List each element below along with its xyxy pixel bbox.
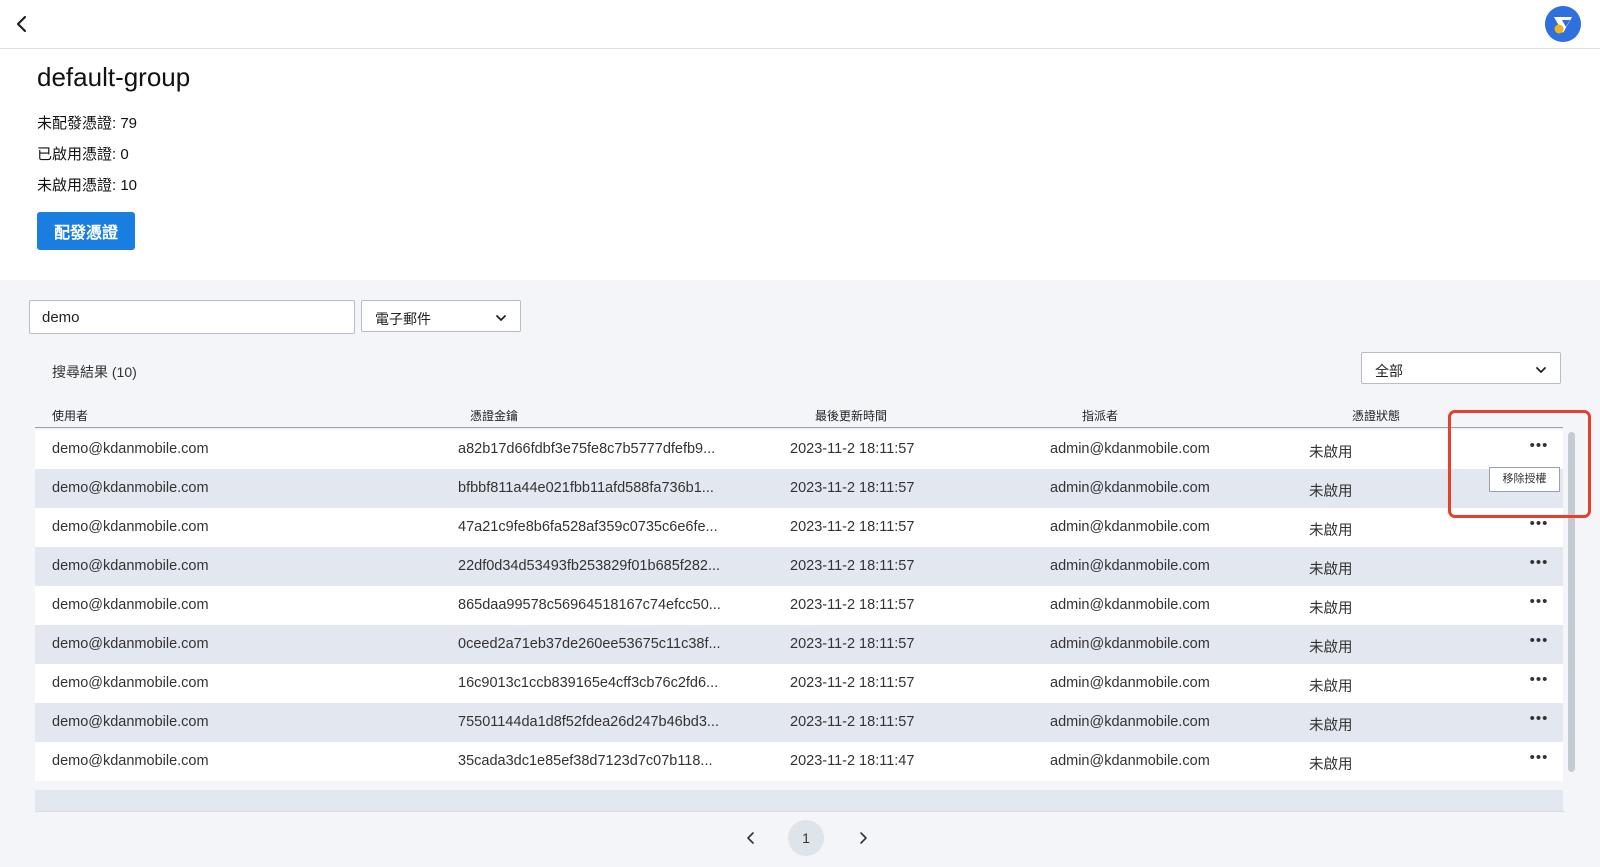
- result-count: 搜尋結果 (10): [52, 364, 137, 380]
- cell-assigner: admin@kdanmobile.com: [1050, 441, 1210, 457]
- column-header-status: 憑證狀態: [1352, 409, 1401, 423]
- search-field-select[interactable]: 電子郵件: [361, 300, 521, 332]
- more-options-icon[interactable]: •••: [1527, 554, 1551, 572]
- cell-user: demo@kdanmobile.com: [52, 480, 209, 496]
- cell-assigner: admin@kdanmobile.com: [1050, 597, 1210, 613]
- column-header-user: 使用者: [52, 409, 89, 423]
- more-options-icon[interactable]: •••: [1527, 632, 1551, 650]
- remove-authorization-button[interactable]: 移除授權: [1489, 467, 1560, 492]
- cell-status: 未啟用: [1309, 562, 1353, 578]
- status-filter-select[interactable]: 全部: [1361, 352, 1561, 384]
- cell-updated: 2023-11-2 18:11:57: [790, 636, 915, 652]
- more-options-icon[interactable]: •••: [1527, 749, 1551, 767]
- page-number-1[interactable]: 1: [788, 820, 824, 856]
- chevron-left-icon: [747, 832, 754, 844]
- cell-assigner: admin@kdanmobile.com: [1050, 636, 1210, 652]
- status-filter-value: 全部: [1375, 363, 1403, 379]
- cell-user: demo@kdanmobile.com: [52, 441, 209, 457]
- group-summary: [0, 60, 1600, 280]
- table-row: demo@kdanmobile.com 75501144da1d8f52fdea2…: [35, 703, 1563, 742]
- more-options-icon[interactable]: •••: [1527, 710, 1551, 728]
- cell-user: demo@kdanmobile.com: [52, 597, 209, 613]
- cell-assigner: admin@kdanmobile.com: [1050, 519, 1210, 535]
- cell-updated: 2023-11-2 18:11:47: [790, 753, 915, 769]
- more-options-icon[interactable]: •••: [1527, 437, 1551, 455]
- cell-user: demo@kdanmobile.com: [52, 636, 209, 652]
- chevron-right-icon: [860, 832, 867, 844]
- cell-user: demo@kdanmobile.com: [52, 519, 209, 535]
- assign-certificate-button[interactable]: 配發憑證: [37, 212, 135, 250]
- table-row: demo@kdanmobile.com a82b17d66fdbf3e75fe8c…: [35, 430, 1563, 469]
- table-row: demo@kdanmobile.com 865daa99578c569645181…: [35, 586, 1563, 625]
- table-header: 使用者 憑證金鑰 最後更新時間 指派者 憑證狀態: [35, 400, 1563, 428]
- app-logo-icon: [1545, 6, 1581, 42]
- cell-updated: 2023-11-2 18:11:57: [790, 441, 915, 457]
- table-row: demo@kdanmobile.com 47a21c9fe8b6fa528af35…: [35, 508, 1563, 547]
- top-bar: [0, 0, 1600, 49]
- column-header-key: 憑證金鑰: [470, 409, 519, 423]
- cell-status: 未啟用: [1309, 679, 1353, 695]
- cell-key: bfbbf811a44e021fbb11afd588fa736b1...: [458, 480, 714, 496]
- cell-status: 未啟用: [1309, 757, 1353, 773]
- cell-status: 未啟用: [1309, 523, 1353, 539]
- cell-assigner: admin@kdanmobile.com: [1050, 714, 1210, 730]
- cell-key: a82b17d66fdbf3e75fe8c7b5777dfefb9...: [458, 441, 716, 457]
- cell-updated: 2023-11-2 18:11:57: [790, 480, 915, 496]
- table-row: demo@kdanmobile.com 22df0d34d53493fb25382…: [35, 547, 1563, 586]
- page-title: default-group: [37, 62, 191, 92]
- table-row: demo@kdanmobile.com 16c9013c1ccb839165e4c…: [35, 664, 1563, 703]
- disabled-count: 未啟用憑證: 10: [37, 177, 138, 194]
- certificate-table: 使用者 憑證金鑰 最後更新時間 指派者 憑證狀態 demo@kdanmobile…: [35, 400, 1565, 812]
- next-page-button[interactable]: [853, 828, 873, 848]
- cell-key: 16c9013c1ccb839165e4cff3cb76c2fd6...: [458, 675, 719, 691]
- cell-status: 未啟用: [1309, 718, 1353, 734]
- cell-user: demo@kdanmobile.com: [52, 714, 209, 730]
- cell-key: 47a21c9fe8b6fa528af359c0735c6e6fe...: [458, 519, 718, 535]
- cell-assigner: admin@kdanmobile.com: [1050, 753, 1210, 769]
- cell-status: 未啟用: [1309, 484, 1353, 500]
- more-options-icon[interactable]: •••: [1527, 593, 1551, 611]
- table-row: demo@kdanmobile.com 0ceed2a71eb37de260ee5…: [35, 625, 1563, 664]
- cell-updated: 2023-11-2 18:11:57: [790, 558, 915, 574]
- cell-assigner: admin@kdanmobile.com: [1050, 675, 1210, 691]
- avatar[interactable]: [1545, 6, 1581, 42]
- chevron-down-icon: [496, 315, 506, 321]
- cell-updated: 2023-11-2 18:11:57: [790, 714, 915, 730]
- cell-updated: 2023-11-2 18:11:57: [790, 675, 915, 691]
- table-row: [35, 790, 1563, 811]
- table-scrollbar[interactable]: [1568, 432, 1575, 772]
- enabled-count: 已啟用憑證: 0: [37, 146, 129, 163]
- cell-key: 35cada3dc1e85ef38d7123d7c07b118...: [458, 753, 713, 769]
- search-input[interactable]: [29, 300, 355, 334]
- column-header-updated: 最後更新時間: [815, 409, 888, 423]
- back-button[interactable]: [10, 12, 34, 36]
- more-options-icon[interactable]: •••: [1527, 515, 1551, 533]
- table-row: demo@kdanmobile.com 35cada3dc1e85ef38d712…: [35, 742, 1563, 781]
- search-field-value: 電子郵件: [375, 311, 431, 327]
- cell-status: 未啟用: [1309, 640, 1353, 656]
- cell-status: 未啟用: [1309, 445, 1353, 461]
- cell-user: demo@kdanmobile.com: [52, 558, 209, 574]
- cell-updated: 2023-11-2 18:11:57: [790, 597, 915, 613]
- chevron-left-icon: [16, 15, 27, 33]
- table-row: demo@kdanmobile.com bfbbf811a44e021fbb11a…: [35, 469, 1563, 508]
- unassigned-count: 未配發憑證: 79: [37, 115, 138, 132]
- cell-user: demo@kdanmobile.com: [52, 675, 209, 691]
- column-header-assigner: 指派者: [1082, 409, 1119, 423]
- cell-status: 未啟用: [1309, 601, 1353, 617]
- more-options-icon[interactable]: •••: [1527, 671, 1551, 689]
- cell-updated: 2023-11-2 18:11:57: [790, 519, 915, 535]
- prev-page-button[interactable]: [741, 828, 761, 848]
- cell-key: 0ceed2a71eb37de260ee53675c11c38f...: [458, 636, 721, 652]
- cell-key: 75501144da1d8f52fdea26d247b46bd3...: [458, 714, 719, 730]
- cell-user: demo@kdanmobile.com: [52, 753, 209, 769]
- cell-assigner: admin@kdanmobile.com: [1050, 480, 1210, 496]
- cell-key: 22df0d34d53493fb253829f01b685f282...: [458, 558, 721, 574]
- cell-key: 865daa99578c56964518167c74efcc50...: [458, 597, 721, 613]
- cell-assigner: admin@kdanmobile.com: [1050, 558, 1210, 574]
- chevron-down-icon: [1536, 367, 1546, 373]
